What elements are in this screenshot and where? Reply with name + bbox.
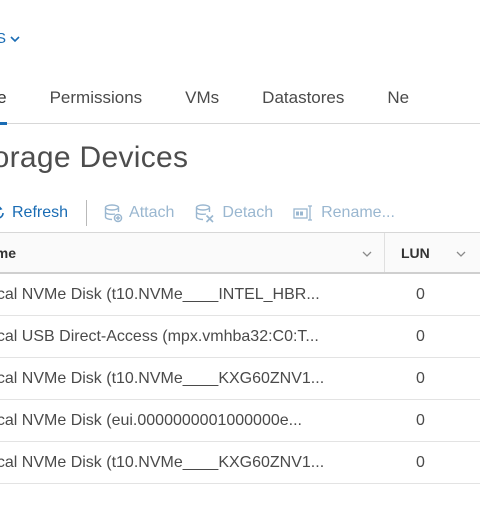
chevron-down-icon[interactable] — [456, 249, 466, 259]
actions-dropdown[interactable]: S — [0, 30, 20, 47]
actions-label: S — [0, 30, 7, 47]
refresh-button[interactable]: Refresh — [0, 204, 68, 222]
rename-icon — [293, 205, 313, 221]
refresh-icon — [0, 206, 4, 219]
tab-networks[interactable]: Ne — [387, 80, 409, 124]
device-name-cell: ocal NVMe Disk (t10.NVMe____INTEL_HBR... — [0, 285, 320, 303]
rename-button[interactable]: Rename... — [293, 204, 395, 222]
column-header-lun[interactable]: LUN — [384, 233, 480, 272]
lun-cell: 0 — [416, 369, 425, 387]
toolbar-divider — [86, 200, 88, 226]
lun-cell: 0 — [416, 411, 425, 429]
table-row[interactable]: ocal NVMe Disk (t10.NVMe____INTEL_HBR...… — [0, 274, 480, 316]
chevron-down-icon — [10, 35, 20, 42]
lun-cell: 0 — [416, 285, 425, 303]
table-row[interactable]: ocal NVMe Disk (t10.NVMe____KXG60ZNV1...… — [0, 358, 480, 400]
device-name-cell: ocal NVMe Disk (eui.0000000001000000e... — [0, 411, 302, 429]
tab-bar: ure Permissions VMs Datastores Ne — [0, 80, 480, 125]
table-row[interactable]: ocal NVMe Disk (t10.NVMe____KXG60ZNV1...… — [0, 442, 480, 484]
toolbar: Refresh Attach Detach Rename... — [0, 198, 415, 228]
page: S ure Permissions VMs Datastores Ne tora… — [0, 0, 480, 518]
detach-button[interactable]: Detach — [194, 203, 273, 223]
chevron-down-icon[interactable] — [362, 249, 372, 259]
lun-cell: 0 — [416, 327, 425, 345]
attach-disk-icon — [104, 204, 123, 223]
table-header: ame LUN — [0, 232, 480, 274]
tab-configure[interactable]: ure — [0, 80, 7, 125]
device-name-cell: ocal NVMe Disk (t10.NVMe____KXG60ZNV1... — [0, 453, 325, 471]
attach-button[interactable]: Attach — [103, 203, 174, 223]
device-name-cell: ocal USB Direct-Access (mpx.vmhba32:C0:T… — [0, 327, 319, 345]
table-row[interactable]: ocal USB Direct-Access (mpx.vmhba32:C0:T… — [0, 316, 480, 358]
page-title: torage Devices — [0, 141, 189, 174]
storage-devices-table: ame LUN ocal NVMe Disk (t10.NVMe____INTE… — [0, 232, 480, 484]
detach-disk-icon — [196, 204, 214, 223]
column-header-name[interactable]: ame — [0, 233, 384, 272]
tab-datastores[interactable]: Datastores — [262, 80, 344, 124]
table-row[interactable]: ocal NVMe Disk (eui.0000000001000000e...… — [0, 400, 480, 442]
device-name-cell: ocal NVMe Disk (t10.NVMe____KXG60ZNV1... — [0, 369, 325, 387]
tab-permissions[interactable]: Permissions — [50, 80, 143, 124]
tab-vms[interactable]: VMs — [185, 80, 219, 124]
lun-cell: 0 — [416, 453, 425, 471]
